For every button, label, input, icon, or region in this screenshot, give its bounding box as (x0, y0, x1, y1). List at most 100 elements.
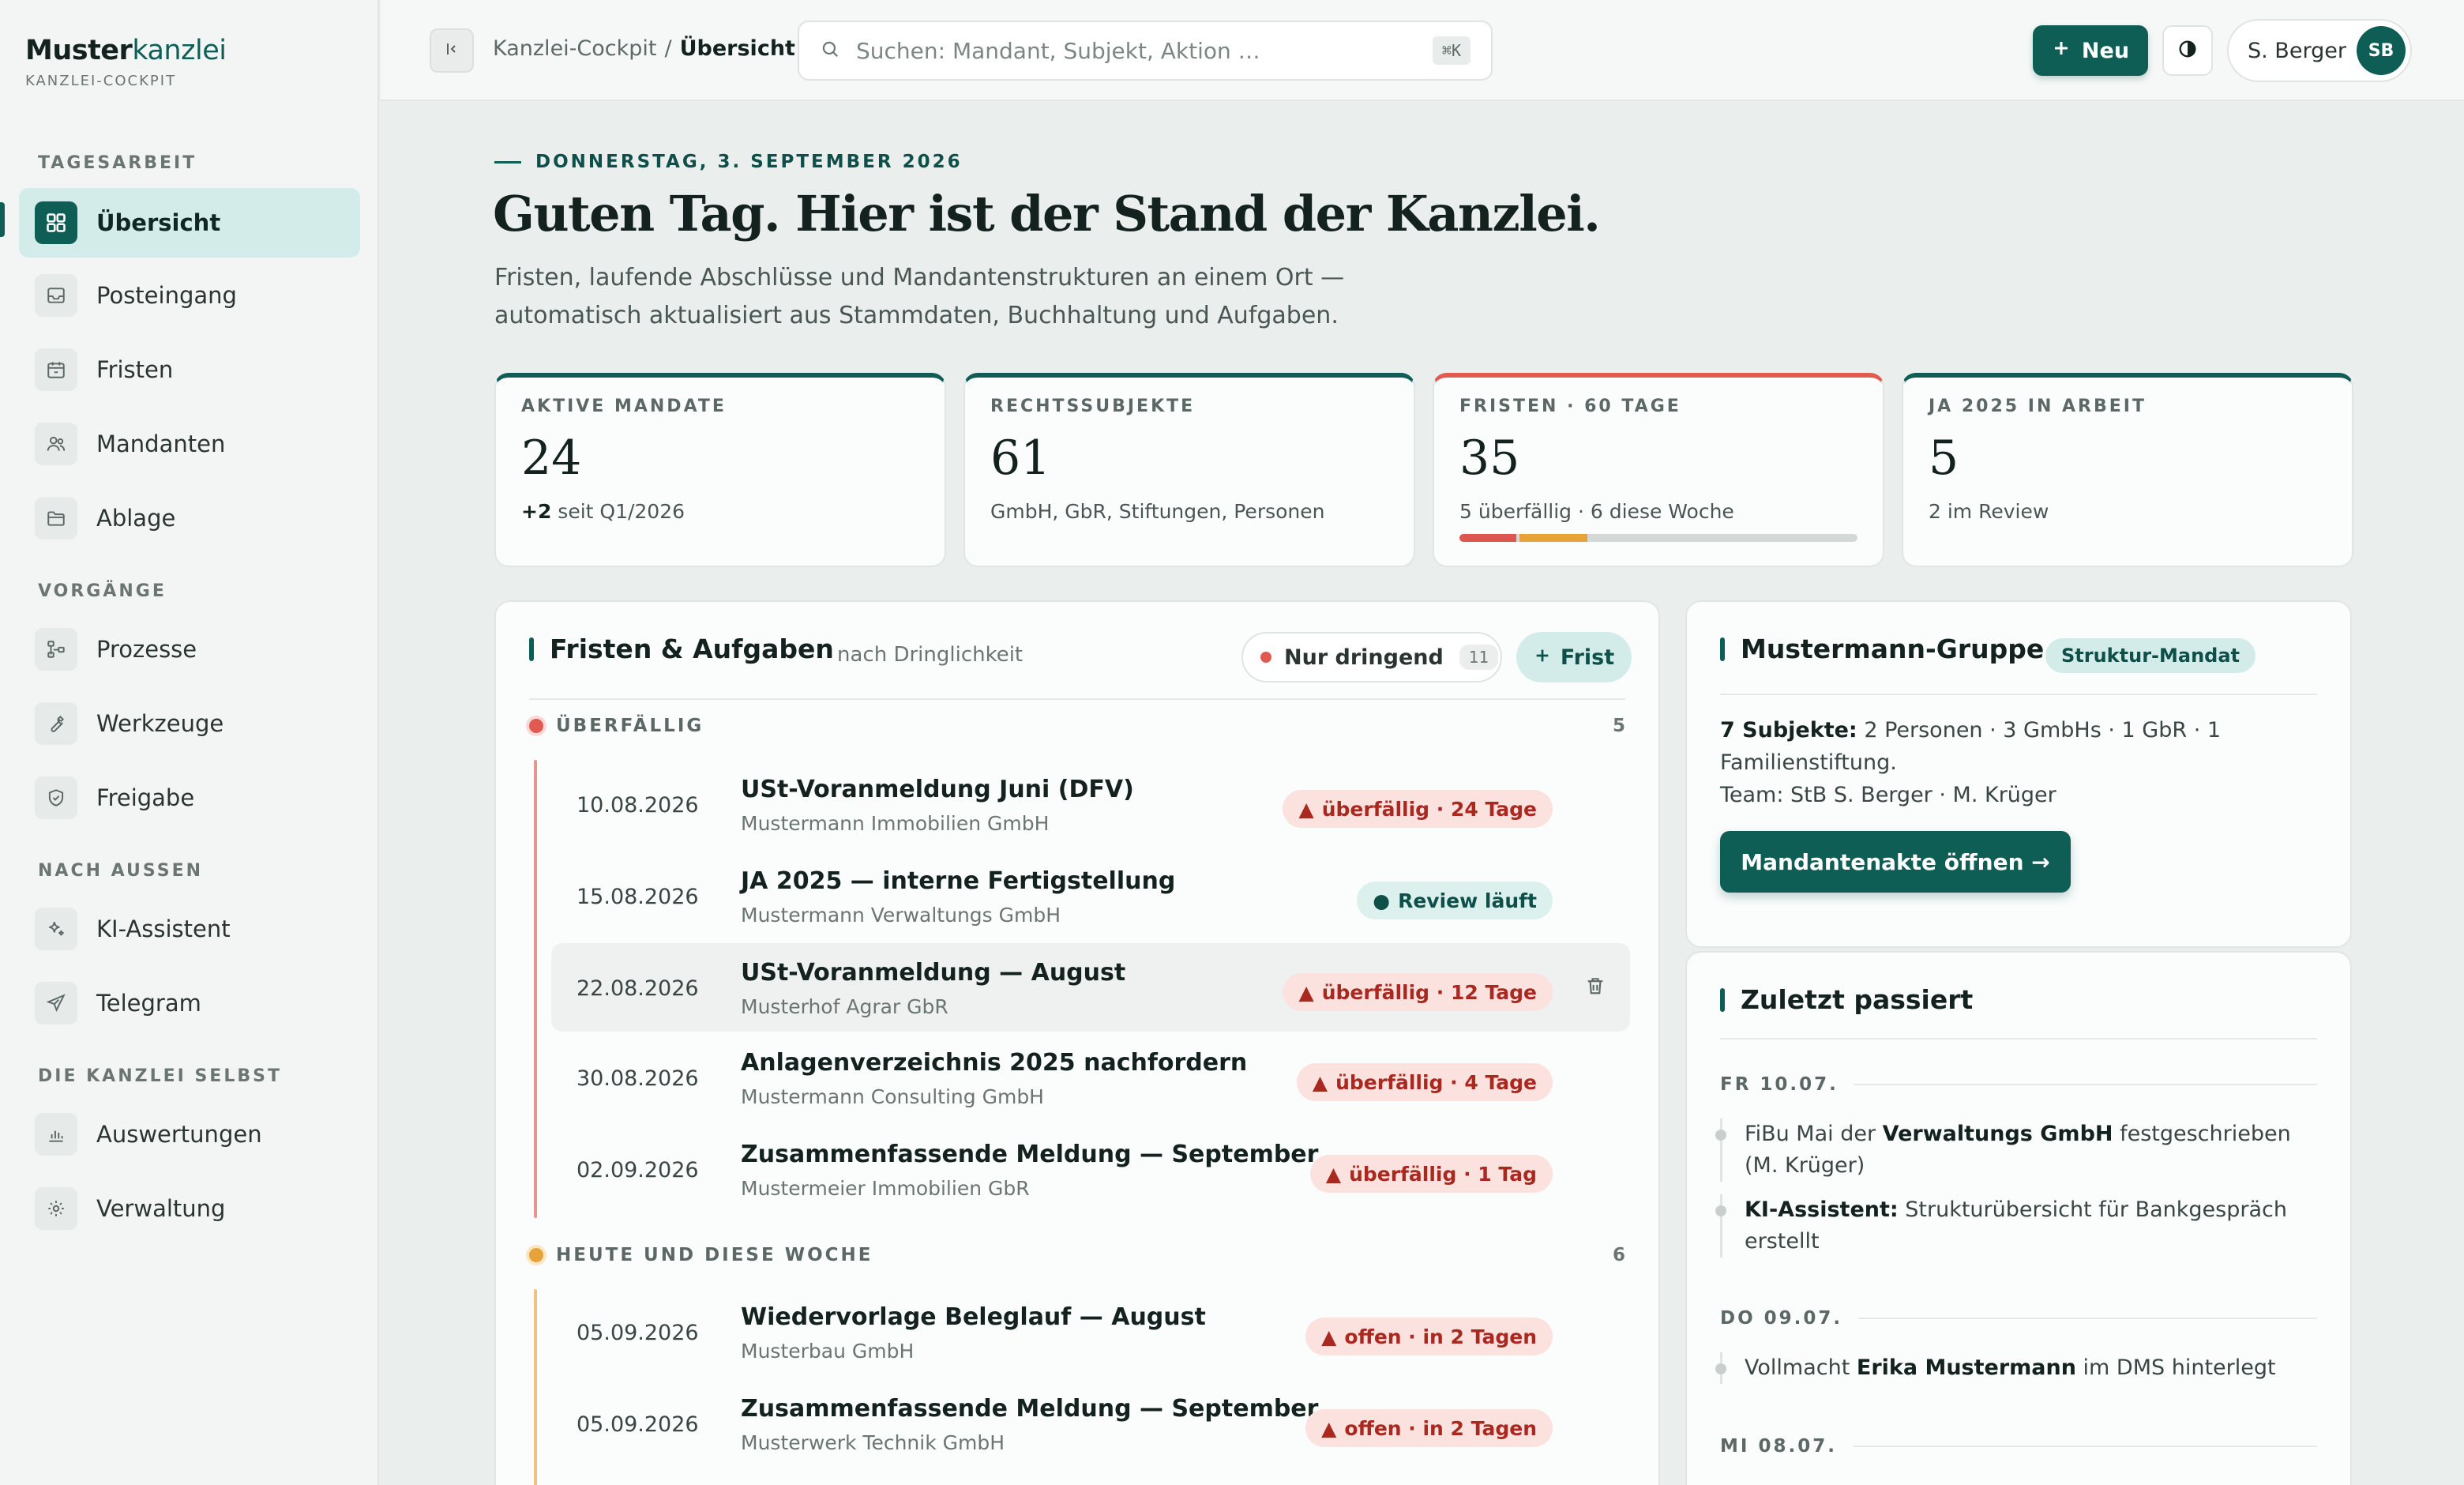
kpi-aktive-mandate[interactable]: AKTIVE MANDATE 24 +2 seit Q1/2026 (494, 373, 946, 567)
task-row[interactable]: 05.09.2026 Zusammenfassende Meldung — Se… (551, 1379, 1630, 1468)
task-client: Mustermann Verwaltungs GmbH (741, 904, 1061, 927)
status-badge: ▲ überfällig · 12 Tage (1283, 973, 1553, 1011)
contrast-icon (2177, 38, 2199, 63)
breadcrumb-current: Übersicht (679, 36, 795, 61)
title-accent (1720, 987, 1725, 1012)
sidebar-item-freigabe[interactable]: Freigabe (19, 763, 360, 833)
page-intro: Fristen, laufende Abschlüsse und Mandant… (494, 264, 1345, 329)
recent-title: Zuletzt passiert (1720, 984, 1973, 1015)
sidebar-item-ablage[interactable]: Ablage (19, 483, 360, 553)
avatar: SB (2357, 26, 2406, 75)
tasks-title: Fristen & Aufgaben (529, 633, 834, 664)
kpi-rechtssubjekte[interactable]: RECHTSSUBJEKTE 61 GmbH, GbR, Stiftungen,… (963, 373, 1415, 567)
flow-icon (35, 628, 77, 671)
calendar-icon (35, 348, 77, 391)
sidebar-item-label: Prozesse (96, 636, 197, 663)
status-dot (529, 719, 543, 733)
status-dot (529, 1248, 543, 1262)
task-title: Zusammenfassende Meldung — September (741, 1141, 1319, 1168)
status-badge: ▲ überfällig · 24 Tage (1283, 790, 1553, 828)
warning-icon: ▲ (1298, 980, 1314, 1004)
task-row[interactable]: 15.08.2026 JA 2025 — interne Fertigstell… (551, 852, 1630, 940)
trash-icon[interactable] (1584, 975, 1606, 1000)
status-badge: ▲ offen · in 2 Tagen (1305, 1409, 1553, 1447)
title-accent (1720, 637, 1725, 661)
active-indicator (0, 202, 5, 237)
kpi-value: 61 (990, 430, 1051, 486)
kpi-sub: GmbH, GbR, Stiftungen, Personen (990, 500, 1325, 523)
task-client: Musterbau GmbH (741, 1340, 915, 1363)
group-card-title: Mustermann-Gruppe (1720, 633, 2044, 664)
overdue-segment (1459, 534, 1516, 542)
new-button[interactable]: Neu (2033, 25, 2148, 76)
tasks-subtitle: nach Dringlichkeit (837, 643, 1024, 667)
collapse-sidebar-button[interactable] (430, 28, 474, 73)
recent-activity-panel: Zuletzt passiert FR 10.07. FiBu Mai der … (1685, 951, 2352, 1485)
task-client: Musterwerk Technik GmbH (741, 1431, 1005, 1454)
task-row[interactable]: 22.08.2026 USt-Voranmeldung — August Mus… (551, 943, 1630, 1032)
task-date: 10.08.2026 (577, 793, 699, 818)
theme-toggle-button[interactable] (2162, 25, 2213, 76)
kpi-value: 24 (521, 430, 582, 486)
task-client: Mustermann Immobilien GmbH (741, 812, 1050, 835)
main-content: DONNERSTAG, 3. SEPTEMBER 2026 Guten Tag.… (381, 103, 2464, 1485)
divider (529, 698, 1625, 700)
sidebar-item-verwaltung[interactable]: Verwaltung (19, 1174, 360, 1243)
group-header-overdue: ÜBERFÄLLIG 5 (529, 716, 1625, 736)
add-deadline-button[interactable]: Frist (1516, 632, 1632, 682)
activity-item[interactable]: FiBu Mai der Verwaltungs GmbH festgeschr… (1715, 1118, 2320, 1182)
status-badge: ▲ überfällig · 4 Tage (1296, 1063, 1553, 1101)
brand-logo[interactable]: Musterkanzlei KANZLEI-COCKPIT (25, 35, 227, 89)
task-row[interactable]: 05.09.2026 Wiedervorlage Beleglauf — Aug… (551, 1288, 1630, 1376)
sidebar-item-mandanten[interactable]: Mandanten (19, 409, 360, 479)
sidebar-item-label: Auswertungen (96, 1121, 262, 1148)
wrench-icon (35, 702, 77, 745)
sidebar-item-label: Werkzeuge (96, 710, 224, 737)
folder-icon (35, 497, 77, 539)
sidebar-item-auswertungen[interactable]: Auswertungen (19, 1100, 360, 1169)
sidebar-item-werkzeuge[interactable]: Werkzeuge (19, 689, 360, 758)
title-accent (529, 637, 534, 661)
open-client-file-button[interactable]: Mandantenakte öffnen → (1720, 831, 2071, 893)
task-title: USt-Voranmeldung — August (741, 959, 1126, 987)
users-icon (35, 423, 77, 465)
task-row[interactable]: 30.08.2026 Anlagenverzeichnis 2025 nachf… (551, 1033, 1630, 1122)
shield-check-icon (35, 776, 77, 819)
activity-item[interactable]: Vollmacht Erika Mustermann im DMS hinter… (1715, 1352, 2320, 1384)
current-date: DONNERSTAG, 3. SEPTEMBER 2026 (494, 152, 963, 172)
sparkle-icon (35, 908, 77, 950)
sidebar-item-label: Verwaltung (96, 1195, 226, 1222)
user-menu[interactable]: S. Berger SB (2227, 19, 2412, 82)
sidebar-item-label: Ablage (96, 505, 176, 532)
sidebar-item-uebersicht[interactable]: Übersicht (19, 188, 360, 258)
filter-label: Nur dringend (1284, 645, 1444, 670)
urgent-filter-toggle[interactable]: Nur dringend 11 (1241, 632, 1502, 682)
search-input[interactable]: Suchen: Mandant, Subjekt, Aktion … ⌘K (798, 21, 1493, 81)
brand-name: Musterkanzlei (25, 35, 227, 66)
nav-section-tagesarbeit: TAGESARBEIT (38, 153, 197, 173)
kpi-ja-2025[interactable]: JA 2025 IN ARBEIT 5 2 im Review (1902, 373, 2353, 567)
kpi-label: AKTIVE MANDATE (521, 397, 727, 416)
breadcrumb-parent[interactable]: Kanzlei-Cockpit (493, 36, 657, 61)
warning-icon: ▲ (1321, 1325, 1337, 1348)
sidebar-item-ki-assistent[interactable]: KI-Assistent (19, 894, 360, 964)
task-title: JA 2025 — interne Fertigstellung (741, 867, 1176, 895)
search-icon (820, 39, 840, 62)
add-deadline-label: Frist (1560, 645, 1615, 670)
task-row[interactable]: 10.08.2026 USt-Voranmeldung Juni (DFV) M… (551, 760, 1630, 848)
warning-icon: ▲ (1325, 1162, 1342, 1186)
sidebar-item-fristen[interactable]: Fristen (19, 335, 360, 404)
kpi-sub: 2 im Review (1929, 500, 2049, 523)
kpi-fristen[interactable]: FRISTEN · 60 TAGE 35 5 überfällig · 6 di… (1433, 373, 1884, 567)
day-header: DO 09.07. (1720, 1308, 2317, 1329)
sidebar-item-telegram[interactable]: Telegram (19, 968, 360, 1038)
sidebar-item-posteingang[interactable]: Posteingang (19, 261, 360, 330)
sidebar-item-prozesse[interactable]: Prozesse (19, 615, 360, 684)
task-client: Mustermeier Immobilien GbR (741, 1177, 1030, 1200)
task-row[interactable]: 02.09.2026 Zusammenfassende Meldung — Se… (551, 1125, 1630, 1213)
dot-icon: ● (1373, 889, 1391, 912)
sidebar: Musterkanzlei KANZLEI-COCKPIT TAGESARBEI… (0, 0, 379, 1485)
activity-item[interactable]: KI-Assistent: Strukturübersicht für Bank… (1715, 1194, 2320, 1258)
day-header: FR 10.07. (1720, 1074, 2317, 1095)
task-date: 22.08.2026 (577, 976, 699, 1001)
